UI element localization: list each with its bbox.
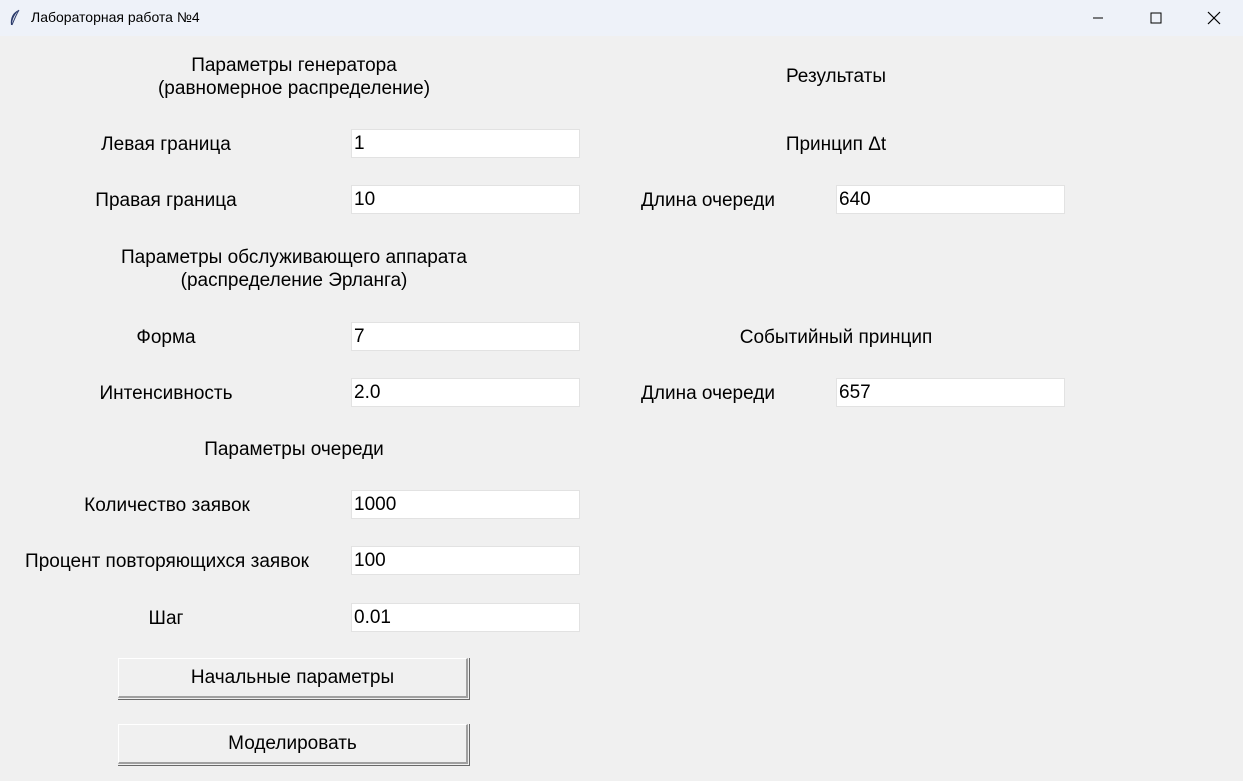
dt-queue-length-output[interactable] (836, 185, 1065, 214)
shape-input[interactable] (351, 322, 580, 351)
left-bound-label: Левая граница (101, 134, 231, 155)
intensity-label: Интенсивность (99, 383, 233, 404)
server-heading-line1: Параметры обслуживающего аппарата (121, 247, 467, 268)
defaults-button-frame: Начальные параметры (118, 658, 470, 700)
defaults-button[interactable]: Начальные параметры (118, 658, 468, 698)
minimize-icon (1093, 17, 1103, 19)
generator-heading: Параметры генератора (равномерное распре… (158, 54, 430, 100)
event-queue-length-label: Длина очереди (641, 383, 775, 404)
simulate-button[interactable]: Моделировать (118, 724, 468, 764)
window-title: Лабораторная работа №4 (31, 9, 200, 25)
server-heading: Параметры обслуживающего аппарата (распр… (121, 246, 467, 292)
right-bound-label: Правая граница (95, 190, 237, 211)
title-bar: Лабораторная работа №4 (0, 0, 1243, 36)
simulate-button-frame: Моделировать (118, 724, 470, 766)
repeat-percent-label: Процент повторяющихся заявок (25, 551, 309, 572)
generator-heading-line2: (равномерное распределение) (157, 78, 431, 99)
minimize-button[interactable] (1069, 0, 1127, 36)
requests-label: Количество заявок (84, 495, 250, 516)
repeat-percent-input[interactable] (351, 546, 580, 575)
maximize-icon (1150, 12, 1162, 24)
results-heading: Результаты (785, 66, 887, 87)
app-window: Лабораторная работа №4 Параметры генерат… (0, 0, 1243, 781)
event-queue-length-output[interactable] (836, 378, 1065, 407)
step-label: Шаг (148, 608, 184, 629)
queue-heading: Параметры очереди (204, 439, 384, 460)
feather-icon (10, 9, 20, 26)
maximize-button[interactable] (1127, 0, 1185, 36)
dt-principle-heading: Принцип Δt (785, 134, 887, 155)
step-input[interactable] (351, 603, 580, 632)
requests-input[interactable] (351, 490, 580, 519)
close-button[interactable] (1185, 0, 1243, 36)
event-principle-heading: Событийный принцип (739, 327, 933, 348)
left-bound-input[interactable] (351, 129, 580, 158)
dt-queue-length-label: Длина очереди (641, 190, 775, 211)
shape-label: Форма (136, 327, 196, 348)
intensity-input[interactable] (351, 378, 580, 407)
close-icon (1207, 11, 1221, 25)
server-heading-line2: (распределение Эрланга) (180, 270, 408, 291)
generator-heading-line1: Параметры генератора (191, 55, 397, 76)
right-bound-input[interactable] (351, 185, 580, 214)
